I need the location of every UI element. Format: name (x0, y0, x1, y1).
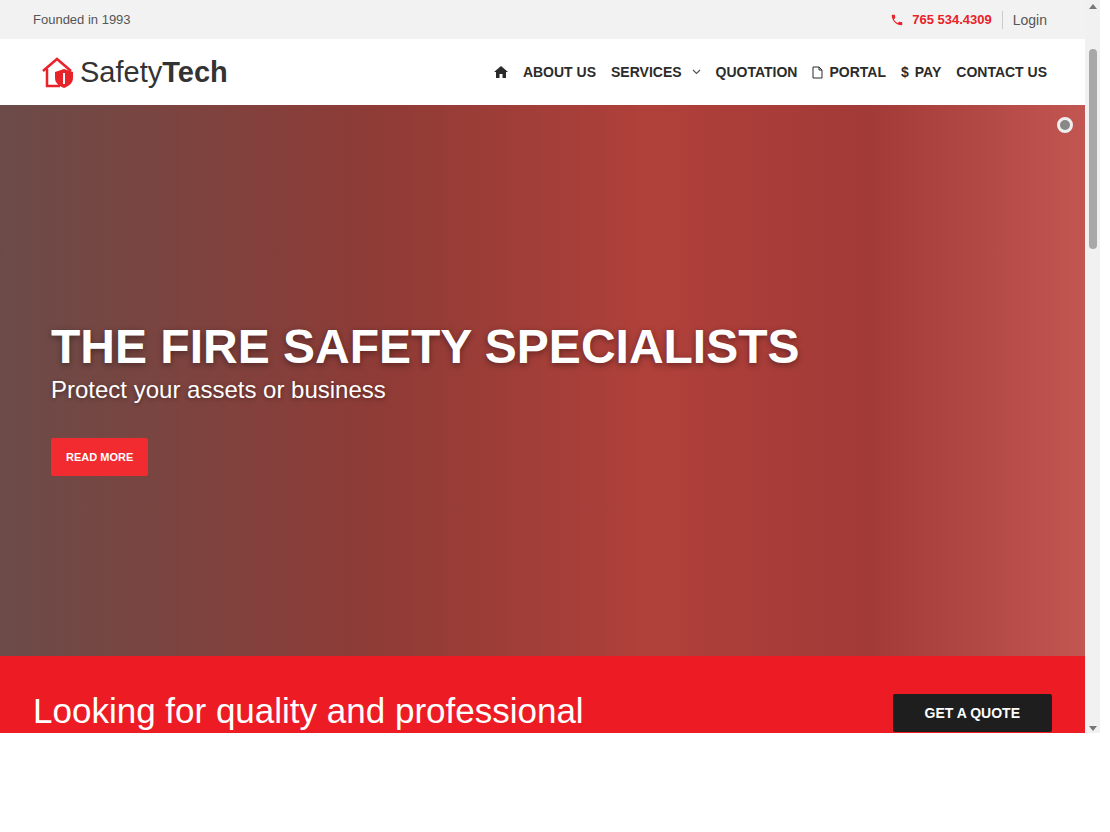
nav-item[interactable]: PORTAL (812, 64, 886, 80)
nav-item[interactable]: ABOUT US (523, 64, 596, 80)
phone-link[interactable]: 765 534.4309 (890, 12, 992, 27)
main-nav: ABOUT US SERVICES QUOTATION PORTAL $PAY CONTA… (494, 64, 1047, 80)
nav-bar: SafetyTech ABOUT US SERVICES QUOTATION PORTA… (0, 39, 1085, 105)
scroll-down-icon[interactable] (1089, 726, 1097, 731)
slider-dots (1057, 117, 1073, 133)
document-icon (812, 66, 823, 79)
top-bar: Founded in 1993 765 534.4309 Login (0, 0, 1085, 39)
login-link[interactable]: Login (1013, 12, 1047, 28)
scroll-up-icon[interactable] (1089, 4, 1097, 9)
nav-item[interactable]: SERVICES (611, 64, 701, 80)
logo[interactable]: SafetyTech (40, 55, 228, 89)
nav-item[interactable]: CONTACT US (956, 64, 1047, 80)
nav-item[interactable] (494, 66, 508, 78)
founded-text: Founded in 1993 (33, 12, 131, 27)
cta-band: Looking for quality and professional GET … (0, 656, 1085, 733)
page: Founded in 1993 765 534.4309 Login SafetyTe… (0, 0, 1085, 733)
get-quote-button[interactable]: GET A QUOTE (893, 694, 1052, 732)
dollar-glyph: $ (901, 64, 909, 80)
hero-title: THE FIRE SAFETY SPECIALISTS (51, 319, 1034, 374)
scrollbar[interactable] (1085, 0, 1100, 733)
scroll-thumb[interactable] (1089, 49, 1097, 249)
read-more-button[interactable]: READ MORE (51, 438, 148, 476)
nav-item[interactable]: $PAY (901, 64, 941, 80)
browser-frame: Founded in 1993 765 534.4309 Login SafetyTe… (0, 0, 1100, 733)
hero-subtitle: Protect your assets or business (51, 376, 1034, 404)
cta-text: Looking for quality and professional (33, 690, 584, 732)
top-bar-right: 765 534.4309 Login (890, 11, 1047, 29)
hero-banner: THE FIRE SAFETY SPECIALISTSProtect your … (0, 105, 1085, 656)
phone-icon (890, 13, 904, 27)
slider-dot[interactable] (1057, 117, 1073, 133)
home-icon (494, 66, 508, 78)
chevron-down-icon (692, 69, 701, 75)
nav-item[interactable]: QUOTATION (716, 64, 798, 80)
separator (1002, 11, 1003, 29)
house-shield-icon (40, 55, 78, 89)
